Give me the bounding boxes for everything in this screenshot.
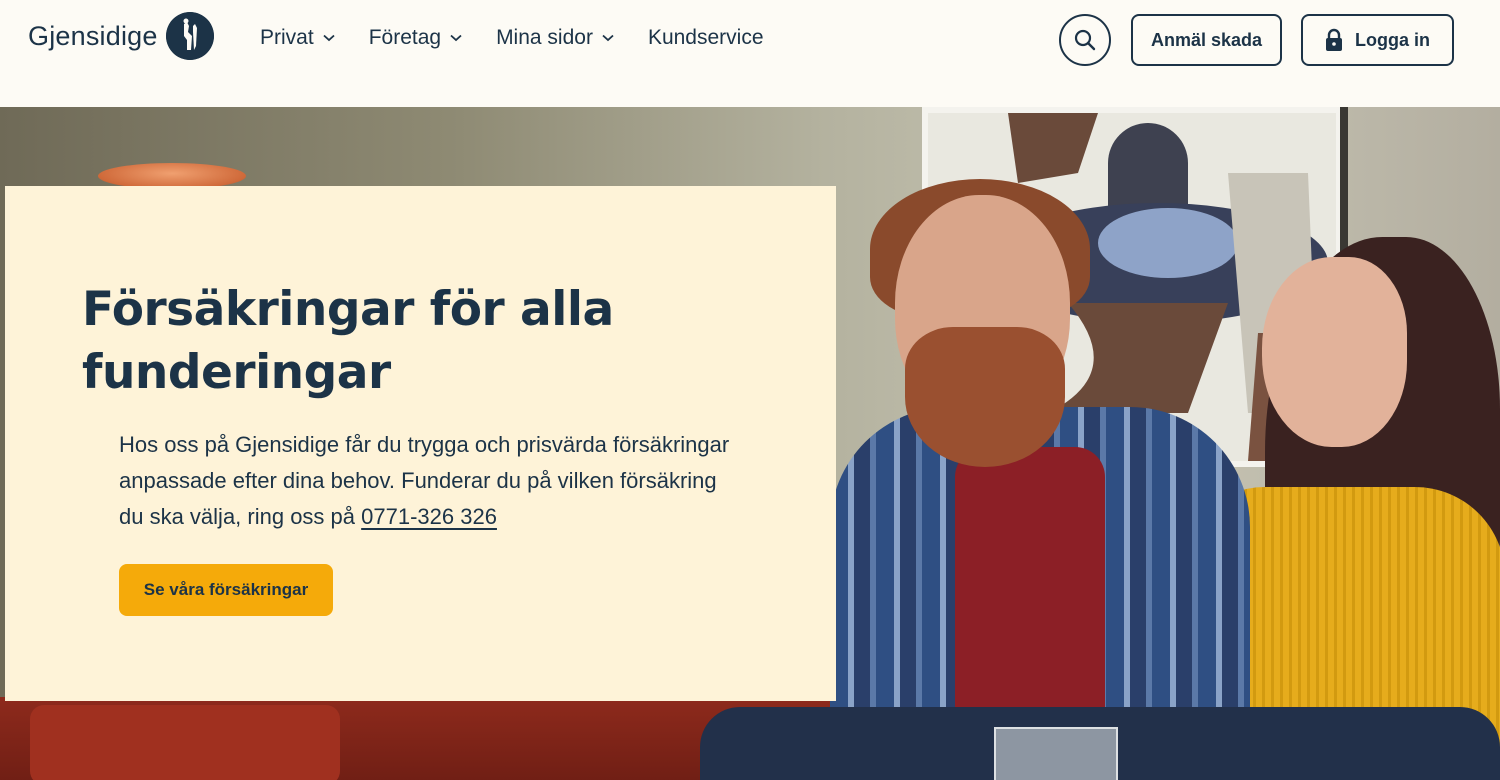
search-button[interactable] [1059, 14, 1111, 66]
drinking-glass [994, 727, 1118, 780]
nav-item-foretag[interactable]: Företag [369, 26, 462, 50]
nav-item-label: Privat [260, 26, 314, 49]
nav-item-label: Kundservice [647, 26, 764, 49]
nav-item-label: Mina sidor [496, 26, 593, 49]
sofa-cushion [30, 705, 340, 780]
gjensidige-logo[interactable]: Gjensidige [28, 12, 214, 60]
nav-item-mina-sidor[interactable]: Mina sidor [496, 26, 614, 50]
logo-badge-icon [165, 12, 214, 60]
report-claim-button[interactable]: Anmäl skada [1131, 14, 1282, 66]
nav-item-kundservice[interactable]: Kundservice [648, 26, 764, 50]
hero-title: Försäkringar för alla funderingar [82, 282, 614, 400]
phone-link[interactable]: 0771-326 326 [361, 504, 497, 529]
main-nav: Privat Företag Mina sidor Kundservice [260, 26, 798, 50]
lock-icon [1326, 28, 1342, 51]
man-beard [905, 327, 1065, 467]
login-button-label: Logga in [1355, 29, 1430, 50]
chevron-down-icon [450, 34, 462, 42]
logo-text: Gjensidige [28, 20, 158, 51]
nav-item-privat[interactable]: Privat [260, 26, 335, 50]
nav-item-label: Företag [368, 26, 442, 49]
hero-card: Försäkringar för alla funderingar Hos os… [5, 186, 836, 701]
woman-face [1262, 257, 1407, 447]
hero-description: Hos oss på Gjensidige får du trygga och … [119, 427, 739, 535]
login-button[interactable]: Logga in [1301, 14, 1454, 66]
site-header: Gjensidige Privat Företag Mina sidor Kun… [0, 0, 1500, 107]
search-icon [1074, 29, 1096, 51]
hero-section: Försäkringar för alla funderingar Hos os… [0, 107, 1500, 780]
see-insurances-button[interactable]: Se våra försäkringar [119, 564, 333, 616]
chevron-down-icon [602, 34, 614, 42]
chevron-down-icon [323, 34, 335, 42]
